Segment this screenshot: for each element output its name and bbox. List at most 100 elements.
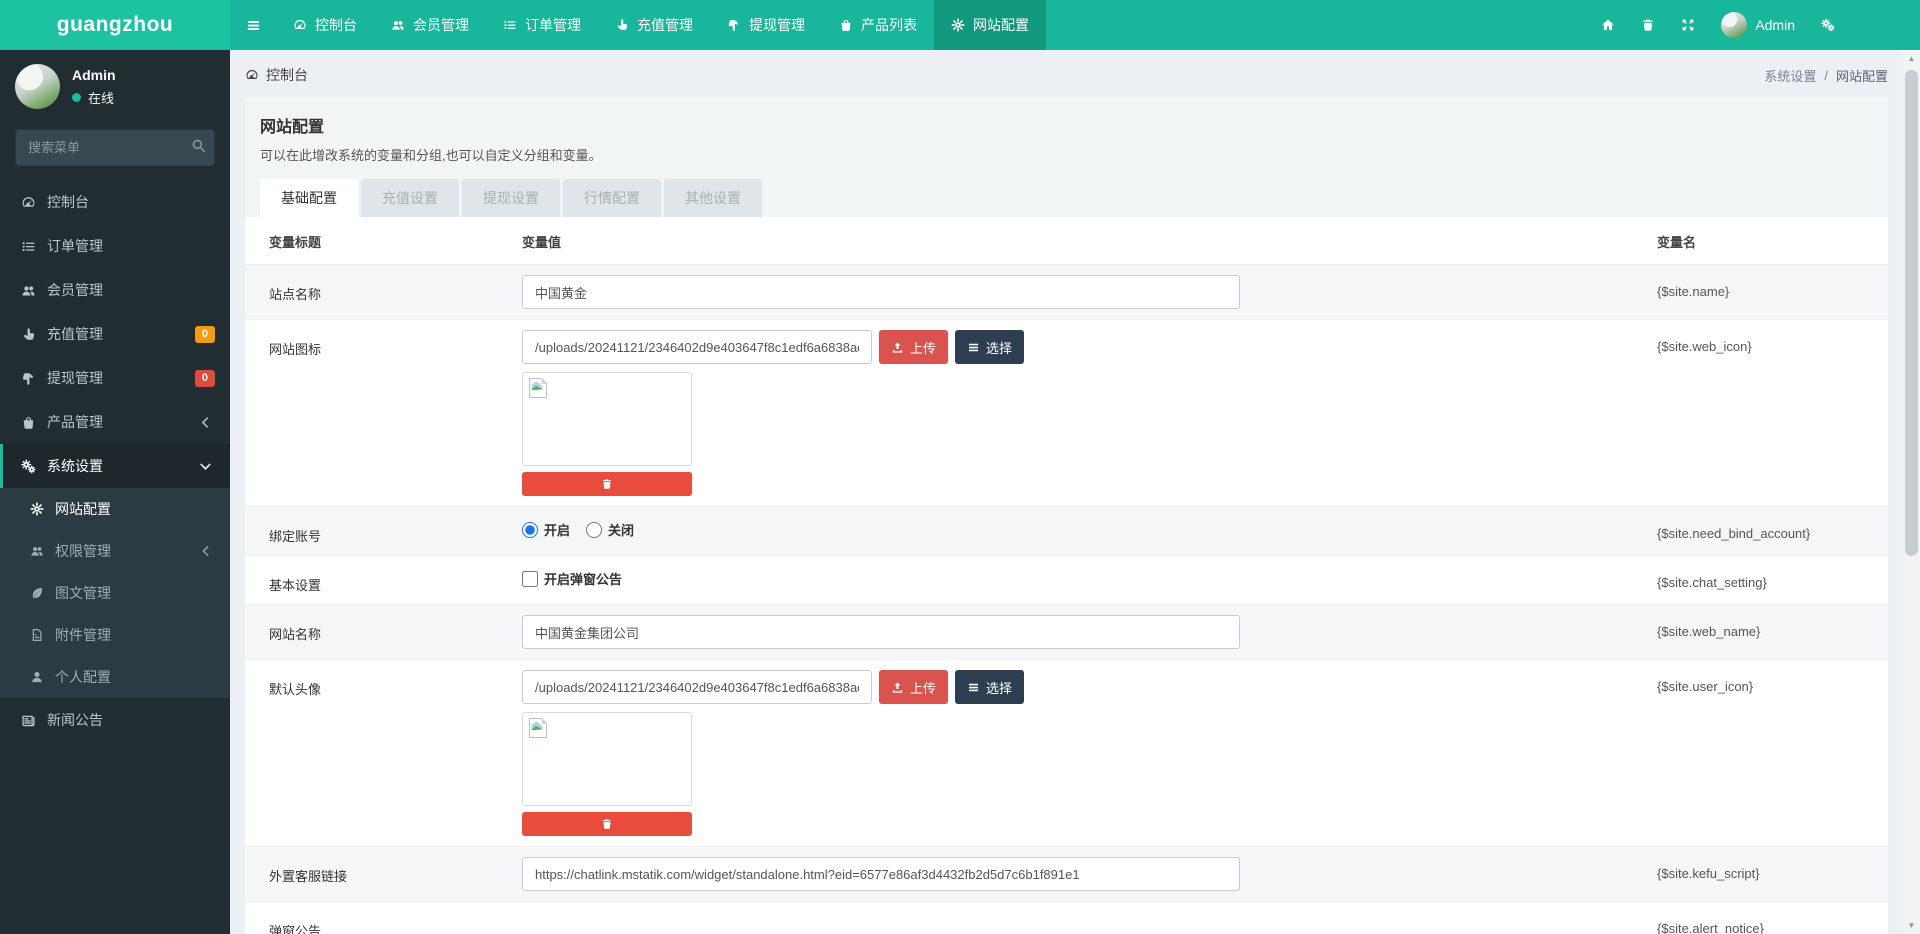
scroll-down-button[interactable]: ▼ bbox=[1903, 917, 1920, 934]
checkbox-input[interactable] bbox=[522, 571, 538, 587]
scrollbar[interactable]: ▲ ▼ bbox=[1903, 50, 1920, 934]
menu-icon bbox=[246, 18, 261, 33]
image-preview bbox=[522, 712, 692, 806]
chevron-down-icon bbox=[196, 459, 215, 474]
radio-input[interactable] bbox=[586, 522, 602, 538]
sidebar-username: Admin bbox=[72, 67, 116, 83]
search-button[interactable] bbox=[191, 138, 206, 157]
table-row-basic-setting: 基本设置开启弹窗公告{$site.chat_setting} bbox=[245, 556, 1888, 605]
sidebar-item-news[interactable]: 新闻公告 bbox=[0, 698, 230, 742]
user-icon-input[interactable] bbox=[522, 670, 872, 704]
row-value-cell bbox=[510, 902, 1645, 922]
sidebar-item-dashboard[interactable]: 控制台 bbox=[0, 180, 230, 224]
sidebar-item-label: 附件管理 bbox=[55, 625, 111, 645]
trash-icon bbox=[601, 478, 613, 490]
sidebar-item-label: 图文管理 bbox=[55, 583, 111, 603]
settings-button[interactable] bbox=[1808, 0, 1848, 50]
sidebar-item-members[interactable]: 会员管理 bbox=[0, 268, 230, 312]
topnav-item-label: 网站配置 bbox=[973, 15, 1029, 35]
sidebar-item-system-settings[interactable]: 系统设置 bbox=[0, 444, 230, 488]
breadcrumb-parent[interactable]: 系统设置 bbox=[1764, 66, 1816, 85]
search-input[interactable] bbox=[15, 129, 215, 166]
site-name-input[interactable] bbox=[522, 275, 1240, 309]
broken-image-icon bbox=[527, 717, 549, 739]
upload-row: 上传选择 bbox=[522, 670, 1633, 704]
tab-recharge[interactable]: 充值设置 bbox=[361, 179, 459, 217]
notification-badge: 0 bbox=[195, 326, 215, 343]
sidebar-item-withdraw[interactable]: 提现管理0 bbox=[0, 356, 230, 400]
web-icon-input[interactable] bbox=[522, 330, 872, 364]
brand-logo[interactable]: guangzhou bbox=[0, 0, 230, 50]
topnav-item-orders[interactable]: 订单管理 bbox=[486, 0, 598, 50]
bag-icon bbox=[839, 18, 853, 32]
top-menu: 控制台 会员管理订单管理充值管理 提现管理产品列表 网站配置 bbox=[276, 0, 1046, 50]
avatar bbox=[15, 64, 60, 109]
home-button[interactable] bbox=[1588, 0, 1628, 50]
web-name-input[interactable] bbox=[522, 615, 1240, 649]
kefu-link-input[interactable] bbox=[522, 857, 1240, 891]
navbar-right: Admin bbox=[1588, 0, 1920, 50]
list-select-icon bbox=[967, 341, 980, 354]
tab-other[interactable]: 其他设置 bbox=[664, 179, 762, 217]
page-title: 网站配置 bbox=[260, 113, 1873, 137]
breadcrumb-dashboard: 控制台 bbox=[266, 65, 308, 85]
user-menu[interactable]: Admin bbox=[1708, 0, 1808, 50]
content-header: 控制台 系统设置 / 网站配置 bbox=[230, 50, 1903, 94]
checkbox-label: 开启弹窗公告 bbox=[544, 569, 622, 588]
col-header-varname: 变量名 bbox=[1645, 217, 1888, 264]
topnav-item-withdraw[interactable]: 提现管理 bbox=[710, 0, 822, 50]
config-table: 变量标题 变量值 变量名 站点名称{$site.name}网站图标上传选择{$s… bbox=[245, 217, 1888, 934]
radio-input[interactable] bbox=[522, 522, 538, 538]
gauge-icon bbox=[19, 195, 38, 210]
delete-image-button[interactable] bbox=[522, 472, 692, 496]
row-title: 绑定账号 bbox=[245, 507, 510, 555]
scroll-up-button[interactable]: ▲ bbox=[1903, 50, 1920, 67]
online-status-label: 在线 bbox=[88, 88, 114, 107]
tab-basic[interactable]: 基础配置 bbox=[260, 179, 358, 217]
upload-button[interactable]: 上传 bbox=[879, 330, 948, 364]
table-row-kefu-link: 外置客服链接{$site.kefu_script} bbox=[245, 847, 1888, 902]
clear-cache-button[interactable] bbox=[1628, 0, 1668, 50]
navbar-username: Admin bbox=[1755, 17, 1795, 33]
home-icon bbox=[1601, 18, 1615, 32]
sidebar-item-attachment-mgmt[interactable]: 附件管理 bbox=[0, 614, 230, 656]
upload-row: 上传选择 bbox=[522, 330, 1633, 364]
topnav-item-site-config[interactable]: 网站配置 bbox=[934, 0, 1046, 50]
choose-button[interactable]: 选择 bbox=[955, 330, 1024, 364]
leaf-icon bbox=[28, 586, 46, 600]
fullscreen-button[interactable] bbox=[1668, 0, 1708, 50]
sidebar-item-orders[interactable]: 订单管理 bbox=[0, 224, 230, 268]
checkbox-option[interactable]: 开启弹窗公告 bbox=[522, 569, 622, 588]
table-row-bind-account: 绑定账号开启关闭{$site.need_bind_account} bbox=[245, 507, 1888, 556]
sidebar-item-auth-mgmt[interactable]: 权限管理 bbox=[0, 530, 230, 572]
delete-image-button[interactable] bbox=[522, 812, 692, 836]
sidebar-item-recharge[interactable]: 充值管理0 bbox=[0, 312, 230, 356]
breadcrumb[interactable]: 控制台 bbox=[245, 65, 308, 85]
topnav-item-products[interactable]: 产品列表 bbox=[822, 0, 934, 50]
scrollbar-thumb[interactable] bbox=[1905, 70, 1918, 556]
sidebar-toggle-button[interactable] bbox=[230, 0, 276, 50]
topnav-item-dashboard[interactable]: 控制台 bbox=[276, 0, 374, 50]
sidebar-item-content-mgmt[interactable]: 图文管理 bbox=[0, 572, 230, 614]
radio-option-on[interactable]: 开启 bbox=[522, 520, 570, 539]
table-header-row: 变量标题 变量值 变量名 bbox=[245, 217, 1888, 265]
sidebar-item-product-mgmt[interactable]: 产品管理 bbox=[0, 400, 230, 444]
topnav-item-label: 提现管理 bbox=[749, 15, 805, 35]
radio-option-off[interactable]: 关闭 bbox=[586, 520, 634, 539]
topnav-item-recharge[interactable]: 充值管理 bbox=[598, 0, 710, 50]
upload-button[interactable]: 上传 bbox=[879, 670, 948, 704]
row-value-cell: 上传选择 bbox=[510, 660, 1645, 846]
tab-bar: 基础配置充值设置提现设置行情配置其他设置 bbox=[260, 179, 1873, 217]
sidebar-item-profile-config[interactable]: 个人配置 bbox=[0, 656, 230, 698]
tab-withdraw[interactable]: 提现设置 bbox=[462, 179, 560, 217]
topnav-item-members[interactable]: 会员管理 bbox=[374, 0, 486, 50]
page-subtitle: 可以在此增改系统的变量和分组,也可以自定义分组和变量。 bbox=[260, 145, 1873, 164]
image-preview bbox=[522, 372, 692, 466]
topnav-item-label: 会员管理 bbox=[413, 15, 469, 35]
cogs-icon bbox=[1821, 18, 1835, 32]
sidebar-item-label: 提现管理 bbox=[47, 368, 103, 388]
sidebar-item-site-config[interactable]: 网站配置 bbox=[0, 488, 230, 530]
choose-button[interactable]: 选择 bbox=[955, 670, 1024, 704]
topnav-item-label: 控制台 bbox=[315, 15, 357, 35]
tab-market[interactable]: 行情配置 bbox=[563, 179, 661, 217]
